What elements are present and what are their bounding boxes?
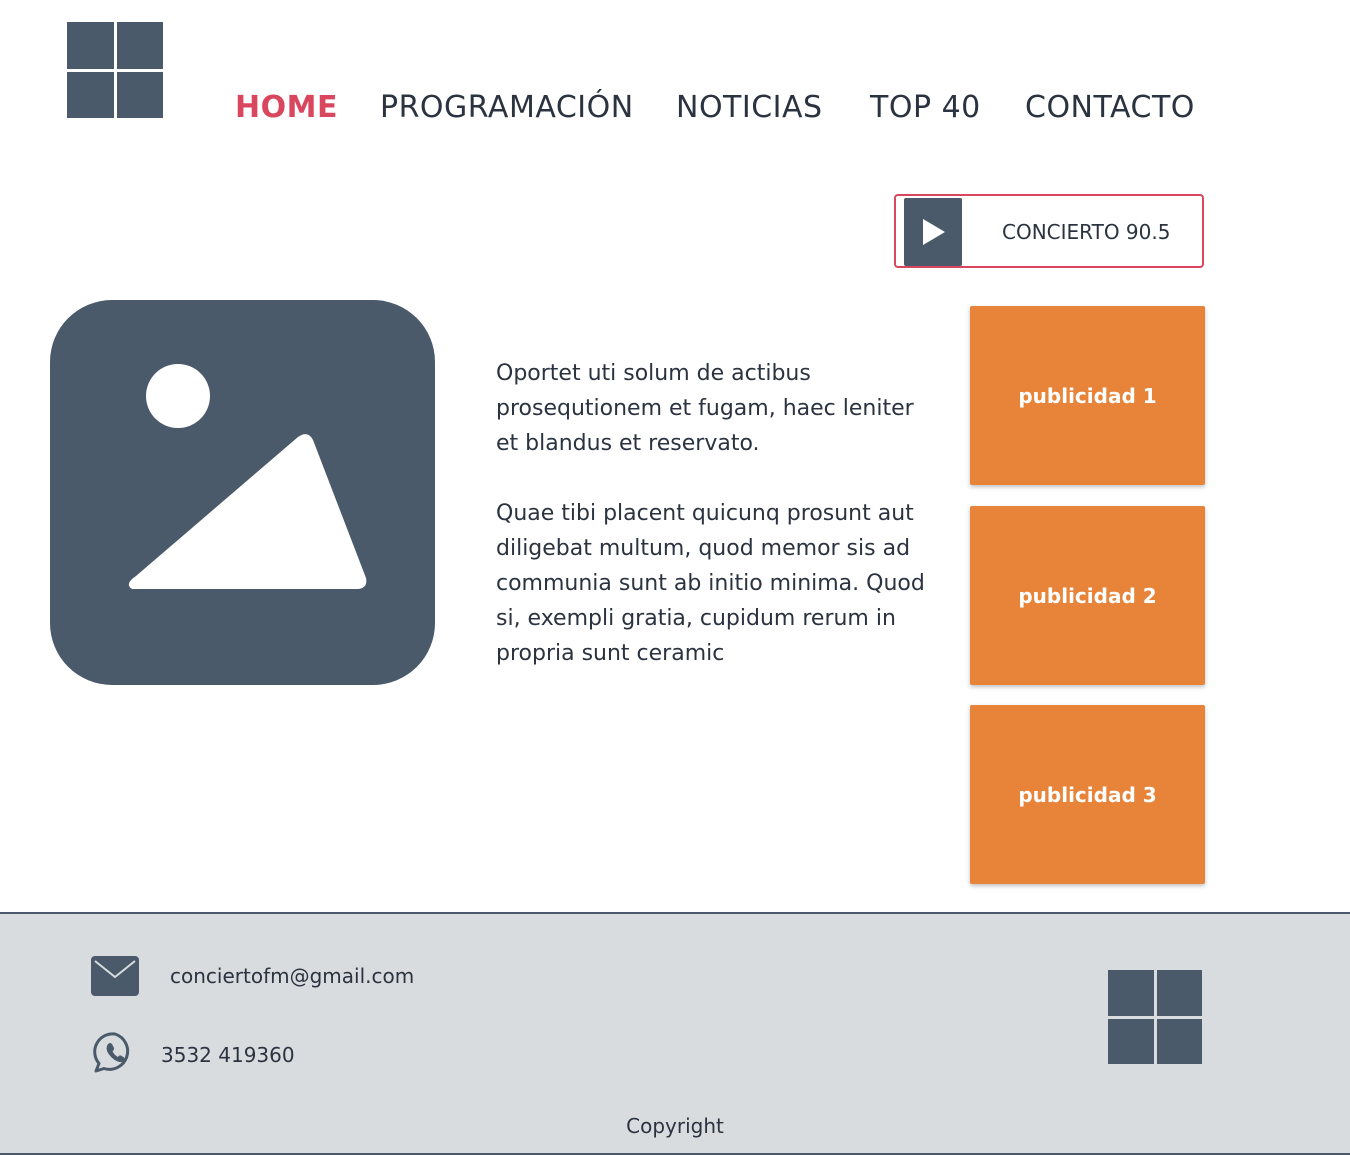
mail-icon [91, 956, 139, 996]
paragraph: Quae tibi placent quicunq prosunt aut di… [496, 501, 925, 666]
logo-tile [1156, 970, 1202, 1016]
email-link[interactable]: conciertofm@gmail.com [170, 962, 414, 990]
nav-item-noticias[interactable]: NOTICIAS [676, 88, 823, 128]
main-text: Oportet uti solum de actibus proseqution… [496, 356, 936, 706]
nav-item-contacto[interactable]: CONTACTO [1025, 88, 1195, 128]
page: HOME PROGRAMACIÓN NOTICIAS TOP 40 CONTAC… [0, 0, 1350, 1155]
logo-tile [1108, 1018, 1154, 1064]
ad-banner-2[interactable]: publicidad 2 [970, 506, 1205, 685]
paragraph: Oportet uti solum de actibus proseqution… [496, 361, 914, 456]
image-placeholder-icon [50, 300, 435, 685]
radio-player[interactable]: CONCIERTO 90.5 [894, 194, 1204, 268]
play-button[interactable] [904, 198, 962, 266]
logo-tile [1108, 970, 1154, 1016]
nav-item-top40[interactable]: TOP 40 [870, 88, 981, 128]
ad-banner-1[interactable]: publicidad 1 [970, 306, 1205, 485]
logo-tile [116, 22, 163, 69]
copyright-text: Copyright [626, 1114, 724, 1138]
ad-banner-3[interactable]: publicidad 3 [970, 705, 1205, 884]
play-icon [923, 219, 945, 245]
whatsapp-icon [93, 1032, 130, 1073]
phone-number: 3532 419360 [161, 1043, 295, 1067]
footer: conciertofm@gmail.com 3532 419360 Copyri… [0, 912, 1350, 1155]
logo-tile [67, 71, 114, 118]
nav-item-home[interactable]: HOME [235, 88, 338, 128]
site-logo-icon[interactable] [67, 22, 163, 118]
nav-item-programacion[interactable]: PROGRAMACIÓN [380, 88, 634, 128]
logo-tile [1156, 1018, 1202, 1064]
footer-logo-icon [1108, 970, 1202, 1064]
logo-tile [116, 71, 163, 118]
station-label: CONCIERTO 90.5 [1002, 220, 1171, 244]
logo-tile [67, 22, 114, 69]
